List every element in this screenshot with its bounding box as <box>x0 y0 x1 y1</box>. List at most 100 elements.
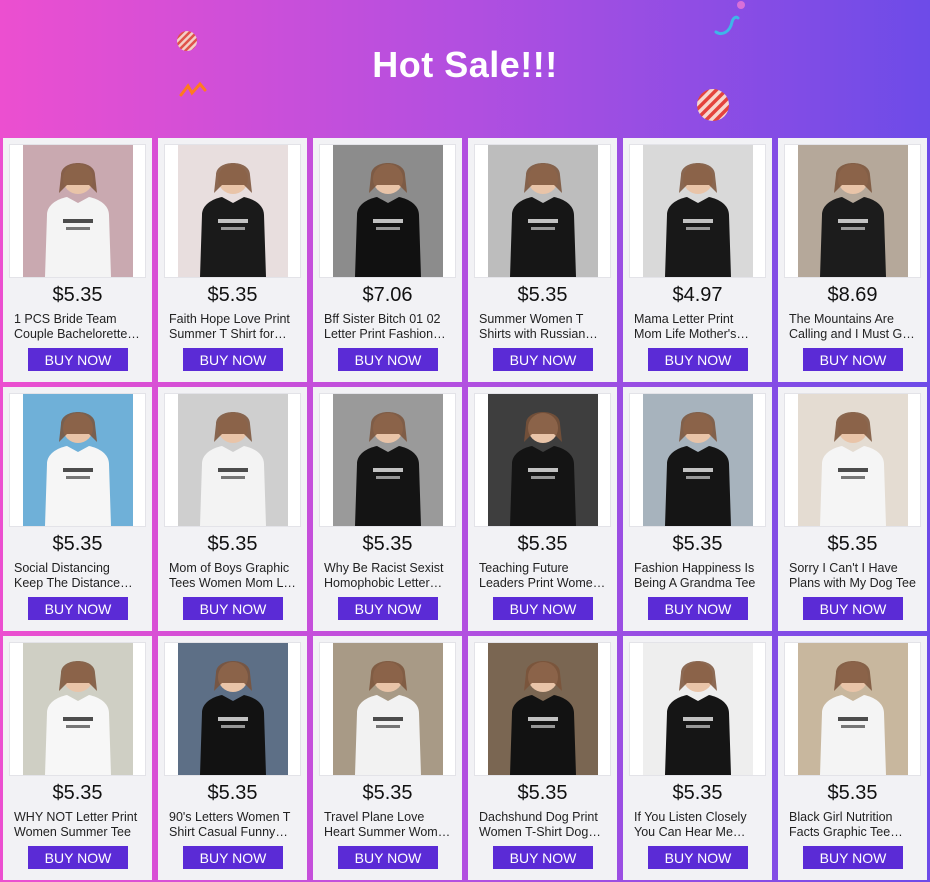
product-title[interactable]: 1 PCS Bride Team Couple Bachelorette Par… <box>14 312 142 342</box>
product-card[interactable]: $5.35 Mom of Boys Graphic Tees Women Mom … <box>158 387 307 631</box>
product-card[interactable]: $5.35 WHY NOT Letter Print Women Summer T… <box>3 636 152 880</box>
buy-now-button[interactable]: BUY NOW <box>493 597 593 620</box>
grandma-print-photo[interactable] <box>642 394 753 526</box>
buy-now-button[interactable]: BUY NOW <box>493 348 593 371</box>
bride-team-photo[interactable] <box>22 145 133 277</box>
buy-now-button[interactable]: BUY NOW <box>648 846 748 869</box>
product-title[interactable]: Why Be Racist Sexist Homophobic Letter T… <box>324 561 452 591</box>
dachshund-photo[interactable] <box>487 643 598 775</box>
nineties-print-photo[interactable] <box>177 643 288 775</box>
product-price: $5.35 <box>52 533 103 555</box>
product-price: $8.69 <box>827 284 878 306</box>
product-title[interactable]: WHY NOT Letter Print Women Summer Tee <box>14 810 142 840</box>
buy-now-button[interactable]: BUY NOW <box>28 348 128 371</box>
product-image-frame[interactable] <box>629 642 766 776</box>
product-title[interactable]: 90's Letters Women T Shirt Casual Funny … <box>169 810 297 840</box>
product-price: $5.35 <box>52 782 103 804</box>
nutrition-facts-photo[interactable] <box>797 643 908 775</box>
buy-now-button[interactable]: BUY NOW <box>338 348 438 371</box>
product-card[interactable]: $5.35 Faith Hope Love Print Summer T Shir… <box>158 138 307 382</box>
mountains-calling-photo[interactable] <box>797 145 908 277</box>
product-image-frame[interactable] <box>164 393 301 527</box>
product-image-frame[interactable] <box>784 144 921 278</box>
buy-now-button[interactable]: BUY NOW <box>648 348 748 371</box>
buy-now-button[interactable]: BUY NOW <box>493 846 593 869</box>
product-title[interactable]: If You Listen Closely You Can Hear Me Th… <box>634 810 762 840</box>
product-card[interactable]: $4.97 Mama Letter Print Mom Life Mother's… <box>623 138 772 382</box>
buy-now-button[interactable]: BUY NOW <box>183 597 283 620</box>
why-not-photo[interactable] <box>22 643 133 775</box>
product-title[interactable]: Black Girl Nutrition Facts Graphic Tee W… <box>789 810 917 840</box>
buy-now-button[interactable]: BUY NOW <box>338 846 438 869</box>
product-card[interactable]: $5.35 90's Letters Women T Shirt Casual F… <box>158 636 307 880</box>
buy-now-button[interactable]: BUY NOW <box>803 597 903 620</box>
mom-of-boys-photo[interactable] <box>177 394 288 526</box>
listen-closely-photo[interactable] <box>642 643 753 775</box>
buy-now-button[interactable]: BUY NOW <box>803 846 903 869</box>
buy-now-button[interactable]: BUY NOW <box>803 348 903 371</box>
product-title[interactable]: Mama Letter Print Mom Life Mother's Day … <box>634 312 762 342</box>
product-image-frame[interactable] <box>474 642 611 776</box>
social-distancing-photo[interactable] <box>22 394 133 526</box>
product-card[interactable]: $7.06 Bff Sister Bitch 01 02 Letter Print… <box>313 138 462 382</box>
product-image-frame[interactable] <box>629 144 766 278</box>
buy-now-button[interactable]: BUY NOW <box>648 597 748 620</box>
buy-now-button[interactable]: BUY NOW <box>28 597 128 620</box>
product-title[interactable]: Faith Hope Love Print Summer T Shirt for… <box>169 312 297 342</box>
product-card[interactable]: $5.35 Dachshund Dog Print Women T-Shirt D… <box>468 636 617 880</box>
why-be-racist-photo[interactable] <box>332 394 443 526</box>
product-card[interactable]: $5.35 Summer Women T Shirts with Russian … <box>468 138 617 382</box>
product-title[interactable]: Mom of Boys Graphic Tees Women Mom Life … <box>169 561 297 591</box>
product-image-frame[interactable] <box>474 144 611 278</box>
product-image-frame[interactable] <box>784 393 921 527</box>
product-image-frame[interactable] <box>9 642 146 776</box>
product-image-frame[interactable] <box>164 642 301 776</box>
product-card[interactable]: $5.35 Black Girl Nutrition Facts Graphic … <box>778 636 927 880</box>
product-image-frame[interactable] <box>9 393 146 527</box>
product-card[interactable]: $5.35 1 PCS Bride Team Couple Bachelorett… <box>3 138 152 382</box>
buy-now-button[interactable]: BUY NOW <box>183 846 283 869</box>
teaching-future-leaders-photo[interactable] <box>487 394 598 526</box>
product-price: $5.35 <box>672 533 723 555</box>
product-grid: $5.35 1 PCS Bride Team Couple Bachelorett… <box>3 138 927 880</box>
faith-hope-love-photo[interactable] <box>177 145 288 277</box>
product-card[interactable]: $5.35 Travel Plane Love Heart Summer Wome… <box>313 636 462 880</box>
product-image-frame[interactable] <box>319 393 456 527</box>
product-title[interactable]: Bff Sister Bitch 01 02 Letter Print Fash… <box>324 312 452 342</box>
dog-plans-photo[interactable] <box>797 394 908 526</box>
buy-now-button[interactable]: BUY NOW <box>28 846 128 869</box>
product-image-frame[interactable] <box>629 393 766 527</box>
mama-print-photo[interactable] <box>642 145 753 277</box>
product-price: $7.06 <box>362 284 413 306</box>
product-card[interactable]: $5.35 If You Listen Closely You Can Hear … <box>623 636 772 880</box>
buy-now-button[interactable]: BUY NOW <box>183 348 283 371</box>
product-image-frame[interactable] <box>319 642 456 776</box>
product-title[interactable]: Travel Plane Love Heart Summer Women Tee <box>324 810 452 840</box>
product-title[interactable]: Teaching Future Leaders Print Women Tee <box>479 561 607 591</box>
product-card[interactable]: $5.35 Why Be Racist Sexist Homophobic Let… <box>313 387 462 631</box>
product-title[interactable]: Social Distancing Keep The Distance Prin… <box>14 561 142 591</box>
product-card[interactable]: $5.35 Teaching Future Leaders Print Women… <box>468 387 617 631</box>
product-image-frame[interactable] <box>164 144 301 278</box>
bitch-01-02-photo[interactable] <box>332 145 443 277</box>
russian-inscription-photo[interactable] <box>487 145 598 277</box>
product-price: $5.35 <box>207 284 258 306</box>
product-price: $5.35 <box>827 533 878 555</box>
buy-now-button[interactable]: BUY NOW <box>338 597 438 620</box>
product-image-frame[interactable] <box>474 393 611 527</box>
product-title[interactable]: The Mountains Are Calling and I Must Go … <box>789 312 917 342</box>
product-price: $5.35 <box>362 533 413 555</box>
travel-heart-photo[interactable] <box>332 643 443 775</box>
product-image-frame[interactable] <box>784 642 921 776</box>
product-title[interactable]: Dachshund Dog Print Women T-Shirt Dog Lo… <box>479 810 607 840</box>
product-price: $5.35 <box>207 533 258 555</box>
product-card[interactable]: $5.35 Social Distancing Keep The Distance… <box>3 387 152 631</box>
product-image-frame[interactable] <box>319 144 456 278</box>
product-title[interactable]: Fashion Happiness Is Being A Grandma Tee <box>634 561 762 591</box>
product-image-frame[interactable] <box>9 144 146 278</box>
product-card[interactable]: $8.69 The Mountains Are Calling and I Mus… <box>778 138 927 382</box>
product-card[interactable]: $5.35 Fashion Happiness Is Being A Grandm… <box>623 387 772 631</box>
product-card[interactable]: $5.35 Sorry I Can't I Have Plans with My … <box>778 387 927 631</box>
product-title[interactable]: Summer Women T Shirts with Russian Inscr… <box>479 312 607 342</box>
product-title[interactable]: Sorry I Can't I Have Plans with My Dog T… <box>789 561 917 591</box>
